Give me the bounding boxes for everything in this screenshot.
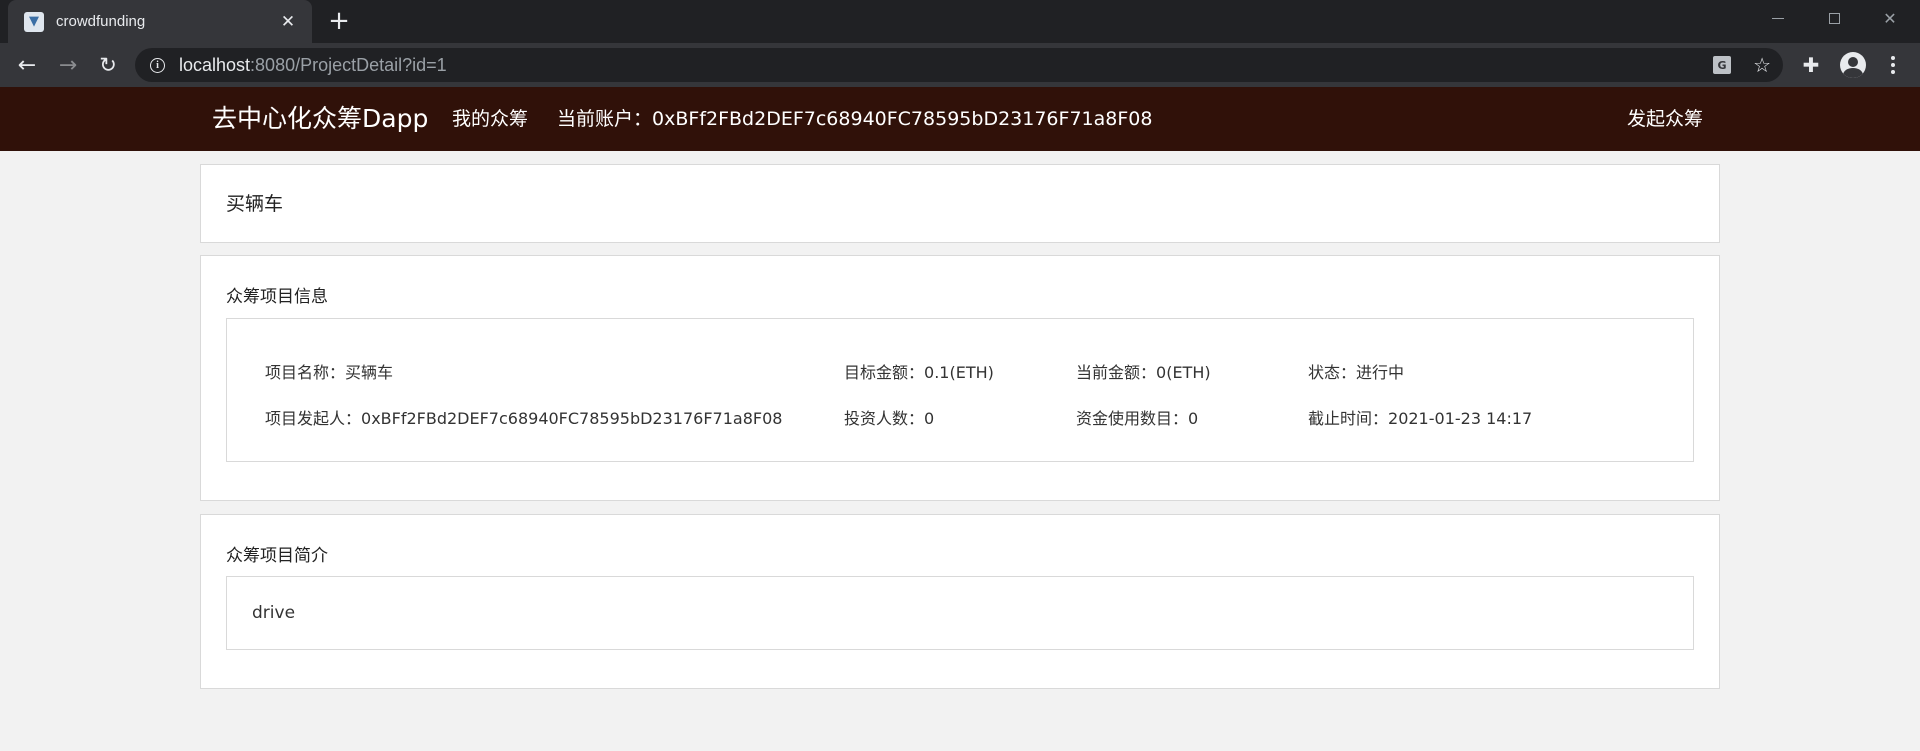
bookmark-star-icon[interactable]: ☆ — [1753, 53, 1771, 77]
nav-my-crowdfunding[interactable]: 我的众筹 — [452, 87, 528, 151]
field-label: 项目发起人： — [265, 409, 362, 428]
field-value: 0.1(ETH) — [924, 363, 994, 382]
browser-tab[interactable]: ▼ crowdfunding ✕ — [8, 0, 312, 43]
field-value: 0xBFf2FBd2DEF7c68940FC78595bD23176F71a8F… — [361, 409, 783, 428]
nav-launch-crowdfunding[interactable]: 发起众筹 — [1627, 87, 1703, 151]
brand-link[interactable]: 去中心化众筹Dapp — [212, 87, 428, 151]
account-address: 0xBFf2FBd2DEF7c68940FC78595bD23176F71a8F… — [652, 108, 1153, 130]
field-value: 0(ETH) — [1156, 363, 1211, 382]
intro-box: drive — [226, 576, 1694, 650]
browser-tab-strip: ▼ crowdfunding ✕ + ✕ — [0, 0, 1920, 43]
account-label: 当前账户： — [557, 108, 653, 130]
field-project-name: 项目名称：买辆车 — [265, 359, 393, 383]
field-deadline: 截止时间：2021-01-23 14:17 — [1308, 405, 1532, 429]
current-account: 当前账户：0xBFf2FBd2DEF7c68940FC78595bD23176F… — [557, 87, 1152, 151]
site-info-icon[interactable]: i — [150, 57, 165, 73]
field-label: 目标金额： — [844, 363, 925, 382]
browser-toolbar: ← → ↻ i localhost:8080/ProjectDetail?id=… — [0, 43, 1920, 87]
profile-avatar-icon[interactable] — [1840, 52, 1866, 78]
field-value: 买辆车 — [345, 363, 394, 382]
field-label: 当前金额： — [1076, 363, 1157, 382]
field-value: 0 — [924, 409, 935, 428]
field-label: 资金使用数目： — [1076, 409, 1189, 428]
vue-favicon-icon: ▼ — [24, 11, 44, 32]
intro-text: drive — [252, 603, 296, 623]
field-fund-usage-count: 资金使用数目：0 — [1076, 405, 1198, 429]
field-label: 截止时间： — [1308, 409, 1389, 428]
translate-icon[interactable]: G — [1713, 56, 1732, 74]
url-text[interactable]: localhost:8080/ProjectDetail?id=1 — [179, 55, 447, 76]
new-tab-button[interactable]: + — [324, 6, 354, 36]
url-host: localhost — [179, 54, 251, 75]
tab-close-icon[interactable]: ✕ — [278, 12, 298, 32]
window-restore-button[interactable] — [1806, 0, 1862, 36]
field-value: 2021-01-23 14:17 — [1388, 409, 1533, 428]
project-info-panel: 众筹项目信息 项目名称：买辆车 目标金额：0.1(ETH) 当前金额：0(ETH… — [200, 255, 1720, 501]
field-label: 项目名称： — [265, 363, 346, 382]
window-minimize-button[interactable] — [1750, 0, 1806, 36]
url-path: :8080/ProjectDetail?id=1 — [250, 54, 447, 75]
info-box: 项目名称：买辆车 目标金额：0.1(ETH) 当前金额：0(ETH) 状态：进行… — [226, 318, 1694, 462]
info-heading: 众筹项目信息 — [226, 287, 328, 307]
field-value: 进行中 — [1356, 363, 1405, 382]
field-label: 投资人数： — [844, 409, 925, 428]
tab-title: crowdfunding — [56, 13, 146, 30]
app-navbar: 去中心化众筹Dapp 我的众筹 当前账户：0xBFf2FBd2DEF7c6894… — [0, 87, 1920, 151]
field-current-amount: 当前金额：0(ETH) — [1076, 359, 1211, 383]
browser-menu-icon[interactable] — [1880, 52, 1906, 78]
field-label: 状态： — [1308, 363, 1357, 382]
project-title-panel: 买辆车 — [200, 164, 1720, 243]
field-status: 状态：进行中 — [1308, 359, 1404, 383]
extensions-puzzle-icon[interactable]: ✚ — [1800, 53, 1822, 77]
project-title: 买辆车 — [226, 193, 284, 215]
intro-heading: 众筹项目简介 — [226, 546, 328, 566]
field-investor-count: 投资人数：0 — [844, 405, 934, 429]
field-value: 0 — [1188, 409, 1199, 428]
field-initiator: 项目发起人：0xBFf2FBd2DEF7c68940FC78595bD23176… — [265, 405, 782, 429]
reload-icon[interactable]: ↻ — [93, 50, 123, 80]
window-close-button[interactable]: ✕ — [1862, 0, 1918, 36]
address-bar[interactable]: i localhost:8080/ProjectDetail?id=1 G ☆ — [135, 48, 1783, 82]
project-intro-panel: 众筹项目简介 drive — [200, 514, 1720, 689]
back-arrow-icon[interactable]: ← — [12, 50, 42, 80]
forward-arrow-icon[interactable]: → — [53, 50, 83, 80]
field-target-amount: 目标金额：0.1(ETH) — [844, 359, 994, 383]
